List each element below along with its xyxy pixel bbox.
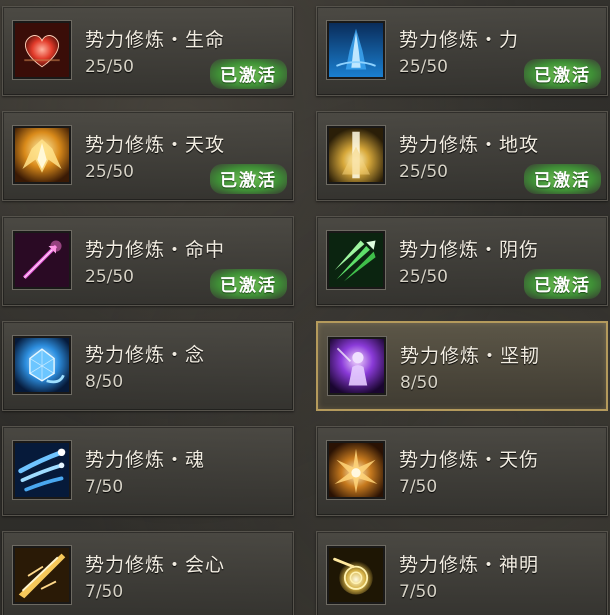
card-title: 势力修炼・天伤: [399, 449, 540, 471]
card-title: 势力修炼・生命: [85, 29, 226, 51]
activated-badge: 已激活: [210, 59, 287, 89]
soul-streaks-icon: [13, 441, 71, 499]
cultivation-card-critical[interactable]: 势力修炼・会心 7/50: [2, 531, 294, 615]
arrow-hit-icon: [13, 231, 71, 289]
card-level: 25/50: [85, 57, 134, 77]
card-title: 势力修炼・地攻: [399, 134, 540, 156]
cultivation-card-divine[interactable]: 势力修炼・神明 7/50: [316, 531, 608, 615]
card-title: 势力修炼・力: [399, 29, 520, 51]
golden-slash-icon: [13, 546, 71, 604]
cultivation-card-thought[interactable]: 势力修炼・念 8/50: [2, 321, 294, 411]
activated-badge: 已激活: [210, 164, 287, 194]
green-blades-icon: [327, 231, 385, 289]
card-level: 7/50: [399, 582, 438, 602]
golden-orb-icon: [327, 546, 385, 604]
cultivation-card-strength[interactable]: 势力修炼・力 25/50 已激活: [316, 6, 608, 96]
wings-icon: [13, 126, 71, 184]
activated-badge: 已激活: [524, 59, 601, 89]
card-title: 势力修炼・阴伤: [399, 239, 540, 261]
cultivation-card-hit[interactable]: 势力修炼・命中 25/50 已激活: [2, 216, 294, 306]
card-level: 7/50: [85, 582, 124, 602]
light-pillar-icon: [327, 126, 385, 184]
golden-burst-icon: [327, 441, 385, 499]
card-level: 25/50: [85, 162, 134, 182]
card-level: 7/50: [85, 477, 124, 497]
cultivation-grid: 势力修炼・生命 25/50 已激活 势力修炼・力 25/50 已激活 势力修炼・…: [0, 0, 610, 615]
card-title: 势力修炼・念: [85, 344, 206, 366]
card-title: 势力修炼・天攻: [85, 134, 226, 156]
cultivation-card-sky-attack[interactable]: 势力修炼・天攻 25/50 已激活: [2, 111, 294, 201]
card-level: 25/50: [399, 267, 448, 287]
card-title: 势力修炼・神明: [399, 554, 540, 576]
cultivation-card-earth-attack[interactable]: 势力修炼・地攻 25/50 已激活: [316, 111, 608, 201]
card-level: 8/50: [400, 373, 439, 393]
card-level: 25/50: [399, 162, 448, 182]
card-title: 势力修炼・魂: [85, 449, 206, 471]
heart-icon: [13, 21, 71, 79]
card-level: 25/50: [399, 57, 448, 77]
cultivation-card-soul[interactable]: 势力修炼・魂 7/50: [2, 426, 294, 516]
card-level: 8/50: [85, 372, 124, 392]
cultivation-card-tenacity[interactable]: 势力修炼・坚韧 8/50: [316, 321, 608, 411]
card-level: 7/50: [399, 477, 438, 497]
activated-badge: 已激活: [524, 269, 601, 299]
activated-badge: 已激活: [210, 269, 287, 299]
card-level: 25/50: [85, 267, 134, 287]
activated-badge: 已激活: [524, 164, 601, 194]
card-title: 势力修炼・命中: [85, 239, 226, 261]
crystal-icon: [13, 336, 71, 394]
cultivation-card-sky-damage[interactable]: 势力修炼・天伤 7/50: [316, 426, 608, 516]
card-title: 势力修炼・会心: [85, 554, 226, 576]
card-title: 势力修炼・坚韧: [400, 345, 541, 367]
spirit-figure-icon: [328, 337, 386, 395]
strength-icon: [327, 21, 385, 79]
cultivation-card-yin-damage[interactable]: 势力修炼・阴伤 25/50 已激活: [316, 216, 608, 306]
cultivation-card-life[interactable]: 势力修炼・生命 25/50 已激活: [2, 6, 294, 96]
